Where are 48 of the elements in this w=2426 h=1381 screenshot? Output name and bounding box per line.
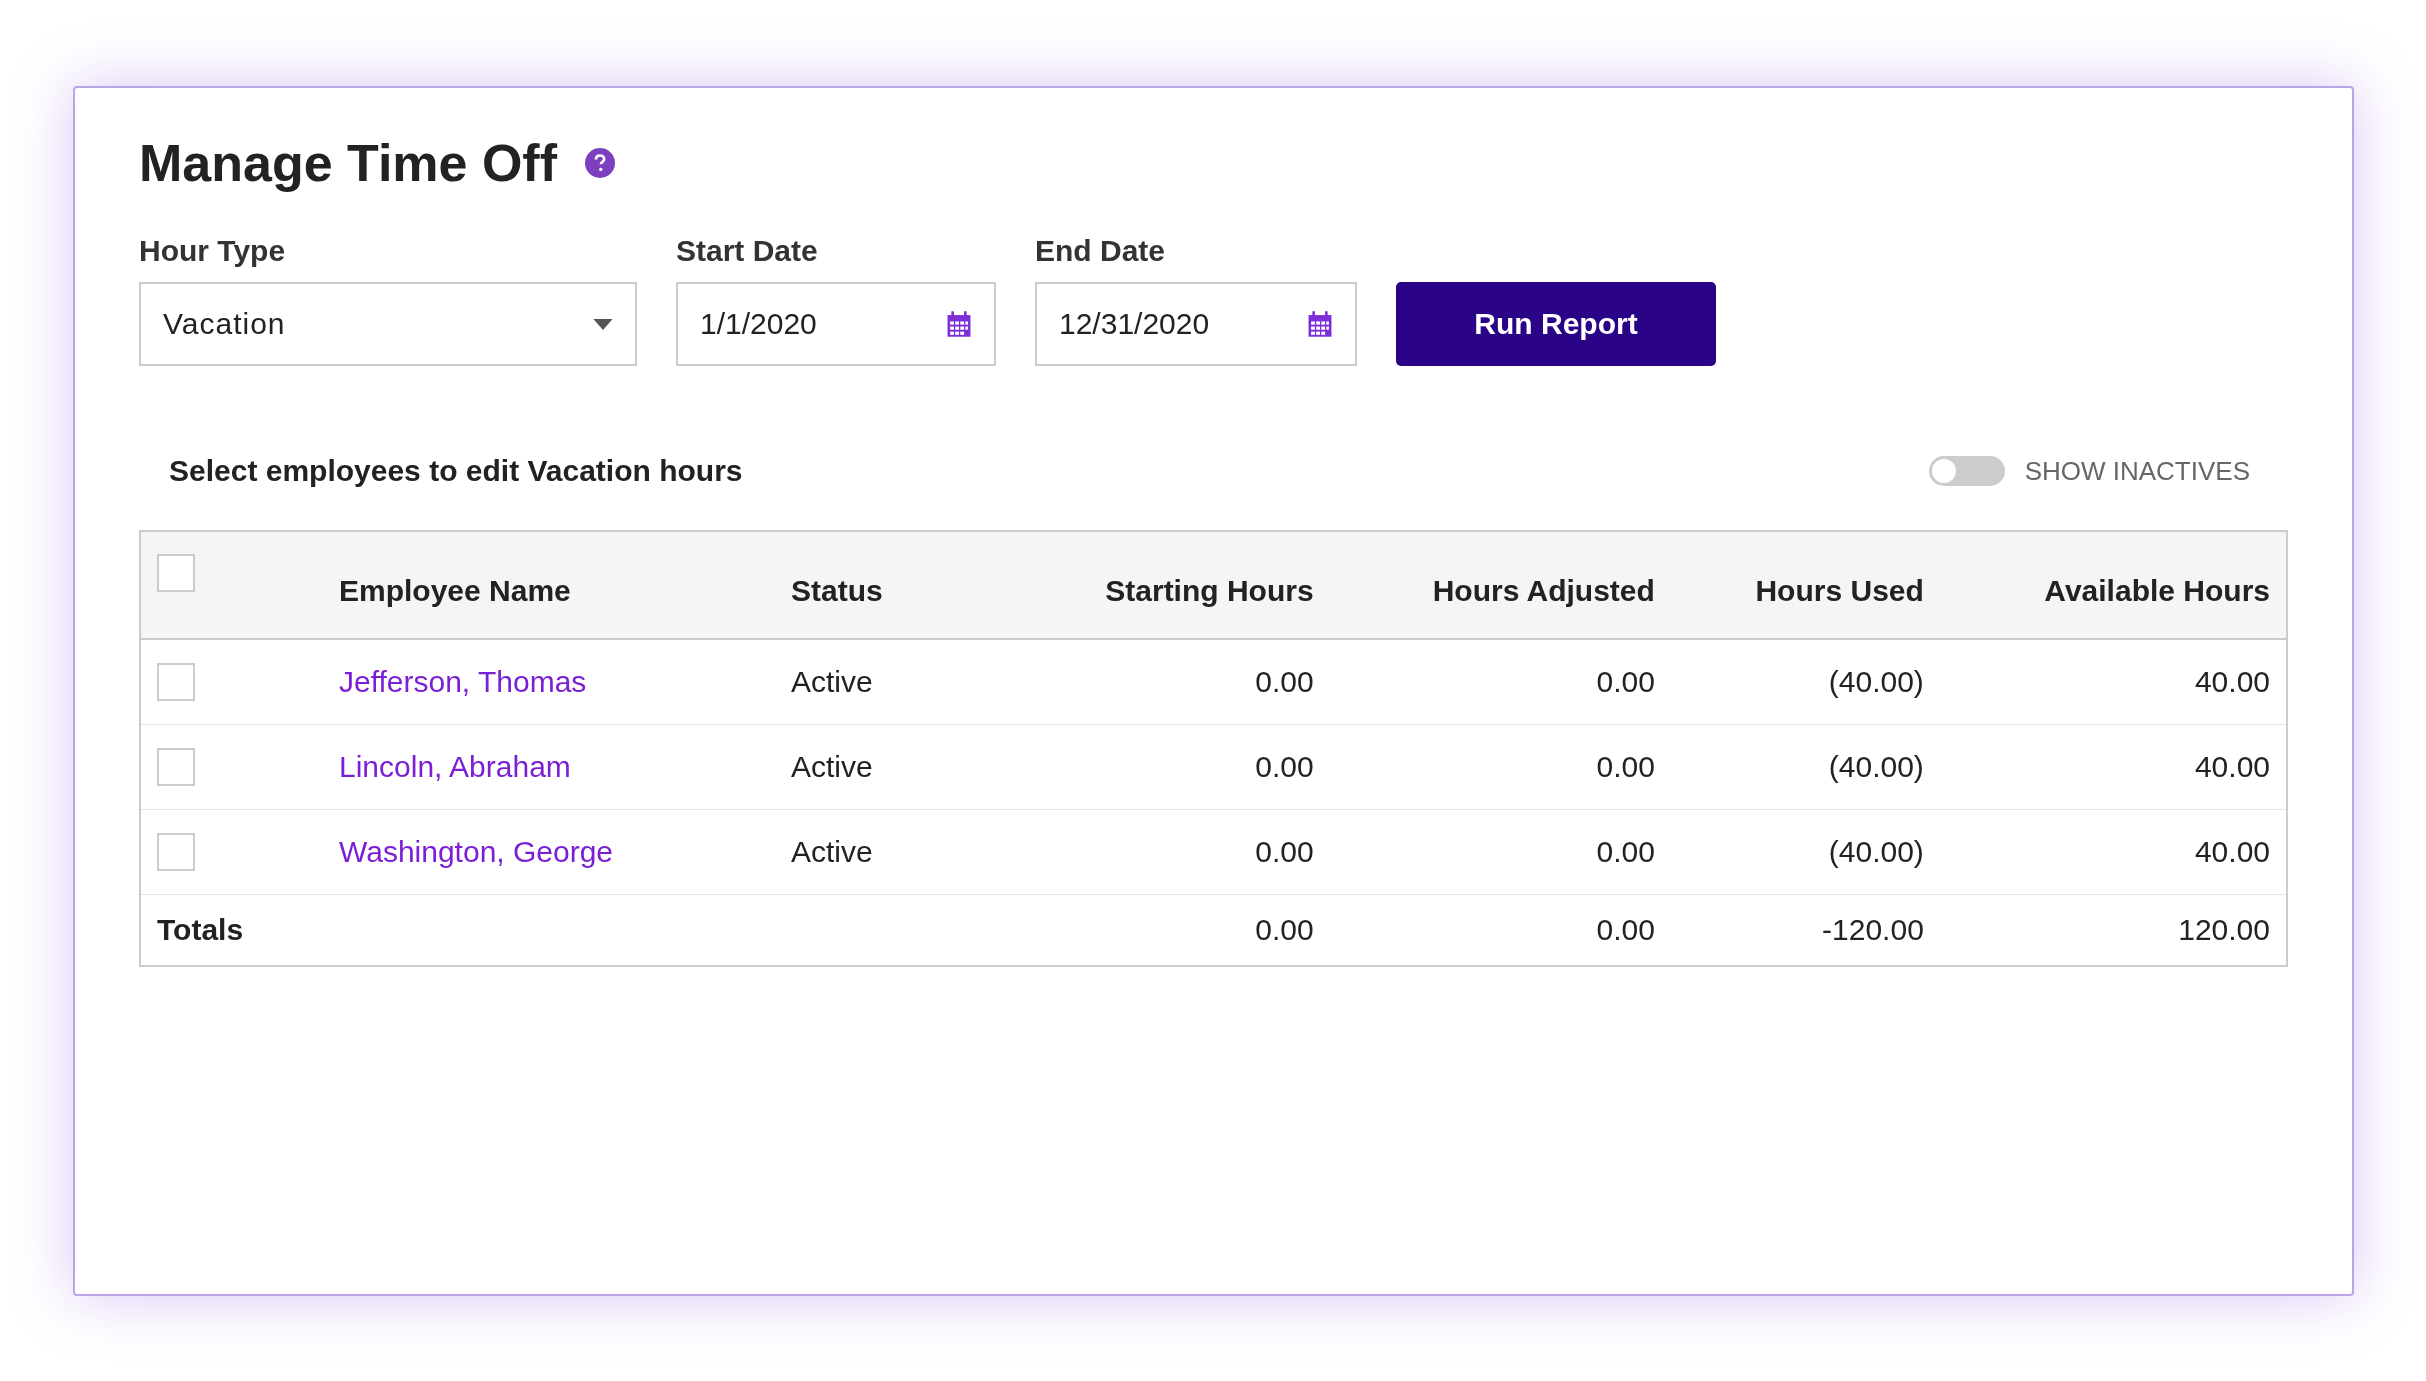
caret-icon [593,318,613,330]
column-header[interactable]: Hours Adjusted [1329,531,1671,639]
table-cell: Active [775,639,1007,725]
table-cell: (40.00) [1670,639,1940,725]
column-header[interactable]: Hours Used [1670,531,1940,639]
toggle-switch[interactable] [1928,456,2005,486]
page-title: Manage Time Off [139,133,557,193]
table-cell: 0.00 [1329,809,1671,895]
checkbox[interactable] [157,663,195,702]
table-cell: 0.00 [1329,639,1671,725]
employee-link[interactable]: Lincoln, Abraham [339,750,571,783]
field-label: Hour Type [139,234,287,268]
table-cell: 0.00 [1007,894,1330,966]
checkbox[interactable] [157,748,195,787]
table-cell: 0.00 [1007,639,1330,725]
table-cell: 120.00 [1939,894,2287,966]
employee-link[interactable]: Jefferson, Thomas [339,665,587,698]
column-header[interactable]: Status [775,531,1007,639]
table-cell: Active [775,809,1007,895]
section-heading: Select employees to edit Vacation hours [169,454,743,488]
calendar-icon[interactable] [1307,310,1333,338]
checkbox[interactable] [157,554,195,593]
table-cell: 0.00 [1007,809,1330,895]
toggle-label: SHOW INACTIVES [2024,455,2250,487]
table-cell: 40.00 [1939,724,2287,810]
checkbox[interactable] [157,833,195,872]
date-field[interactable]: 12/31/2020 [1035,282,1357,366]
table-cell: 0.00 [1329,894,1671,966]
table-cell: (40.00) [1670,724,1940,810]
table-cell: 40.00 [1939,809,2287,895]
table-cell: Active [775,724,1007,810]
field-label: Start Date [676,234,819,268]
date-field[interactable]: 1/1/2020 [676,282,996,366]
dropdown[interactable]: Vacation [139,282,637,366]
table-cell: -120.00 [1670,894,1940,966]
totals-label: Totals [140,894,1007,966]
column-header[interactable]: Employee Name [323,531,775,639]
employee-link[interactable]: Washington, George [339,835,614,868]
column-header[interactable]: Available Hours [1939,531,2287,639]
table-cell: (40.00) [1670,809,1940,895]
run-report-button[interactable]: Run Report [1396,282,1716,366]
table-cell: 40.00 [1939,639,2287,725]
column-header[interactable]: Starting Hours [1007,531,1330,639]
calendar-icon[interactable] [946,310,972,338]
table-cell: 0.00 [1329,724,1671,810]
field-label: End Date [1035,234,1167,268]
help-icon[interactable] [585,148,615,178]
table-cell: 0.00 [1007,724,1330,810]
